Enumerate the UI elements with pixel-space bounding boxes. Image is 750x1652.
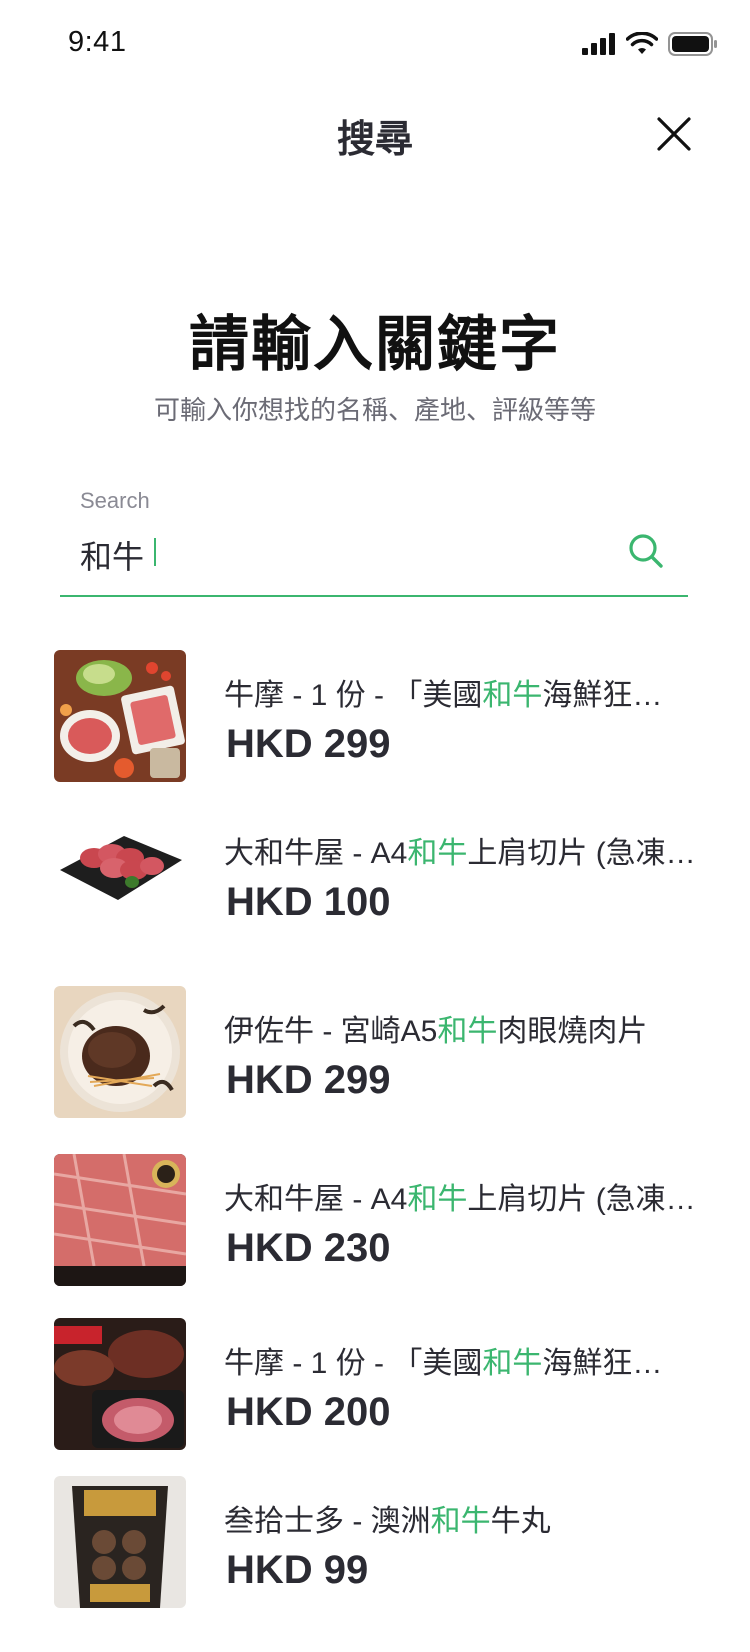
product-price: HKD 299 [226,722,391,766]
product-thumbnail [54,1154,186,1286]
search-label: Search [80,488,150,513]
product-title: 大和牛屋 - A4和牛上肩切片 (急凍… [224,837,696,870]
product-title: 叁拾士多 - 澳洲和牛牛丸 [224,1505,551,1538]
product-price: HKD 200 [226,1390,391,1434]
product-thumbnail [54,986,186,1118]
keyword-highlight: 和牛 [407,1183,468,1216]
product-thumbnail [54,1476,186,1608]
search-underline [60,595,688,597]
search-icon [629,534,663,568]
search-heading: 請輸入關鍵字 [189,311,561,378]
search-input[interactable] [80,530,600,580]
product-title: 牛摩 - 1 份 - 「美國和牛海鮮狂… [224,1347,663,1380]
product-price: HKD 299 [226,1058,391,1102]
close-icon [657,117,691,151]
keyword-highlight: 和牛 [482,1347,543,1380]
status-time: 9:41 [68,26,127,58]
search-subheading: 可輸入你想找的名稱、產地、評級等等 [153,395,596,425]
status-bar: 9:41 [0,0,750,90]
page-title: 搜尋 [336,119,413,161]
product-thumbnail [54,808,186,940]
keyword-highlight: 和牛 [482,679,543,712]
keyword-highlight: 和牛 [437,1015,498,1048]
battery-icon [668,32,717,56]
list-item[interactable]: 牛摩 - 1 份 - 「美國和牛海鮮狂… HKD 200 [54,1318,750,1450]
list-item[interactable]: 叁拾士多 - 澳洲和牛牛丸 HKD 99 [54,1476,750,1608]
search-button[interactable] [626,531,666,571]
close-button[interactable] [654,114,694,154]
product-thumbnail [54,1318,186,1450]
keyword-highlight: 和牛 [430,1505,491,1538]
product-price: HKD 99 [226,1548,369,1592]
product-title: 大和牛屋 - A4和牛上肩切片 (急凍… [224,1183,696,1216]
product-title: 伊佐牛 - 宮崎A5和牛肉眼燒肉片 [224,1015,648,1048]
product-price: HKD 230 [226,1226,391,1270]
product-price: HKD 100 [226,880,391,924]
wifi-icon [626,32,658,54]
list-item[interactable]: 牛摩 - 1 份 - 「美國和牛海鮮狂… HKD 299 [54,650,750,782]
product-thumbnail [54,650,186,782]
product-title: 牛摩 - 1 份 - 「美國和牛海鮮狂… [224,679,663,712]
list-item[interactable]: 伊佐牛 - 宮崎A5和牛肉眼燒肉片 HKD 299 [54,986,750,1118]
cellular-signal-icon [582,33,615,55]
text-caret [154,538,156,566]
list-item[interactable]: 大和牛屋 - A4和牛上肩切片 (急凍… HKD 100 [54,808,750,940]
status-icons [582,32,718,56]
keyword-highlight: 和牛 [407,837,468,870]
list-item[interactable]: 大和牛屋 - A4和牛上肩切片 (急凍… HKD 230 [54,1154,750,1286]
